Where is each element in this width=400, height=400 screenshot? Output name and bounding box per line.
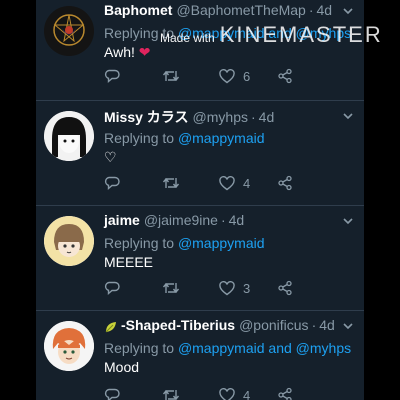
reply-mention[interactable]: @mappymaid (178, 130, 265, 146)
user-handle[interactable]: @ponificus (239, 317, 308, 333)
display-name[interactable]: jaime (104, 212, 140, 228)
reply-button[interactable] (104, 280, 162, 296)
leaf-emoji-icon (105, 322, 116, 333)
share-icon (277, 68, 292, 84)
like-icon (219, 175, 235, 190)
user-handle[interactable]: @BaphometTheMap (176, 2, 305, 18)
chevron-down-icon[interactable] (342, 110, 354, 122)
reply-button[interactable] (104, 68, 162, 84)
tweet-text: Awh! ❤ (104, 44, 354, 61)
separator-dot: · (250, 109, 256, 125)
tweet-text: ♡ (104, 149, 117, 165)
replying-to: Replying to @mappymaid (104, 235, 354, 251)
share-icon (277, 280, 292, 296)
tweet[interactable]: jaime @jaime9ine · 4d Replying to @mappy… (36, 206, 364, 311)
reply-button[interactable] (104, 387, 162, 400)
replying-to-label: Replying to (104, 25, 175, 41)
user-handle[interactable]: @myhps (193, 109, 248, 125)
retweet-icon (162, 282, 179, 294)
like-icon (219, 387, 235, 400)
replying-to: Replying to @mappymaid and @myhps (104, 340, 354, 356)
tweet[interactable]: -Shaped-Tiberius @ponificus · 4d Replyin… (36, 311, 364, 400)
reply-mention[interactable]: @mappymaid (178, 235, 265, 251)
tweet-actions: 6 (104, 68, 334, 84)
share-icon (277, 175, 292, 191)
tweet-actions: 4 (104, 387, 334, 400)
tweet-text: MEEEE (104, 254, 154, 270)
tweet[interactable]: Missy カラス @myhps · 4d Replying to @mappy… (36, 101, 364, 206)
retweet-button[interactable] (162, 175, 220, 191)
reply-mention[interactable]: @myhps (296, 25, 351, 41)
like-button[interactable]: 4 (219, 176, 277, 191)
avatar[interactable] (44, 321, 94, 371)
retweet-icon (162, 70, 179, 82)
share-button[interactable] (277, 387, 335, 400)
share-button[interactable] (277, 68, 335, 84)
replying-to: Replying to @mappymaid and @myhps (104, 25, 354, 41)
timestamp[interactable]: 4d (317, 2, 333, 18)
chevron-down-icon[interactable] (342, 5, 354, 17)
replying-to: Replying to @mappymaid (104, 130, 354, 146)
avatar[interactable] (44, 216, 94, 266)
retweet-button[interactable] (162, 387, 220, 400)
reply-icon (104, 176, 120, 191)
share-button[interactable] (277, 280, 335, 296)
timestamp[interactable]: 4d (319, 317, 335, 333)
reply-mention[interactable]: @mappymaid (178, 25, 265, 41)
retweet-icon (162, 389, 179, 400)
reply-icon (104, 69, 120, 84)
like-icon (219, 68, 235, 83)
display-name[interactable]: -Shaped-Tiberius (121, 317, 235, 333)
retweet-icon (162, 177, 179, 189)
retweet-button[interactable] (162, 280, 220, 296)
timestamp[interactable]: 4d (259, 109, 275, 125)
like-count: 4 (243, 387, 251, 400)
timestamp[interactable]: 4d (229, 212, 245, 228)
like-count: 3 (243, 280, 251, 296)
chevron-down-icon[interactable] (342, 215, 354, 227)
avatar[interactable] (44, 6, 94, 56)
like-button[interactable]: 6 (219, 69, 277, 84)
reply-icon (104, 281, 120, 296)
heart-emoji: ❤ (138, 44, 151, 60)
like-icon (219, 280, 235, 295)
timeline: Baphomet @BaphometTheMap · 4d Replying t… (36, 0, 364, 400)
replying-to-label: Replying to (104, 235, 175, 251)
retweet-button[interactable] (162, 68, 220, 84)
reply-conjunction: and (268, 340, 292, 356)
share-button[interactable] (277, 175, 335, 191)
like-button[interactable]: 3 (219, 281, 277, 296)
separator-dot: · (308, 2, 314, 18)
reply-icon (104, 388, 120, 400)
reply-conjunction: and (268, 25, 292, 41)
like-button[interactable]: 4 (219, 388, 277, 400)
share-icon (277, 387, 292, 400)
tweet-text-content: Awh! (104, 44, 135, 60)
like-count: 6 (243, 68, 251, 84)
reply-mention[interactable]: @myhps (296, 340, 351, 356)
display-name[interactable]: Baphomet (104, 2, 172, 18)
separator-dot: · (220, 212, 226, 228)
avatar[interactable] (44, 111, 94, 161)
separator-dot: · (311, 317, 317, 333)
tweet-actions: 4 (104, 175, 334, 191)
tweet-text: Mood (104, 359, 140, 375)
replying-to-label: Replying to (104, 340, 175, 356)
user-handle[interactable]: @jaime9ine (144, 212, 218, 228)
reply-mention[interactable]: @mappymaid (178, 340, 265, 356)
tweet-actions: 3 (104, 280, 334, 296)
replying-to-label: Replying to (104, 130, 175, 146)
tweet[interactable]: Baphomet @BaphometTheMap · 4d Replying t… (36, 0, 364, 101)
reply-button[interactable] (104, 175, 162, 191)
like-count: 4 (243, 175, 251, 191)
chevron-down-icon[interactable] (342, 320, 354, 332)
display-name[interactable]: Missy カラス (104, 107, 189, 127)
